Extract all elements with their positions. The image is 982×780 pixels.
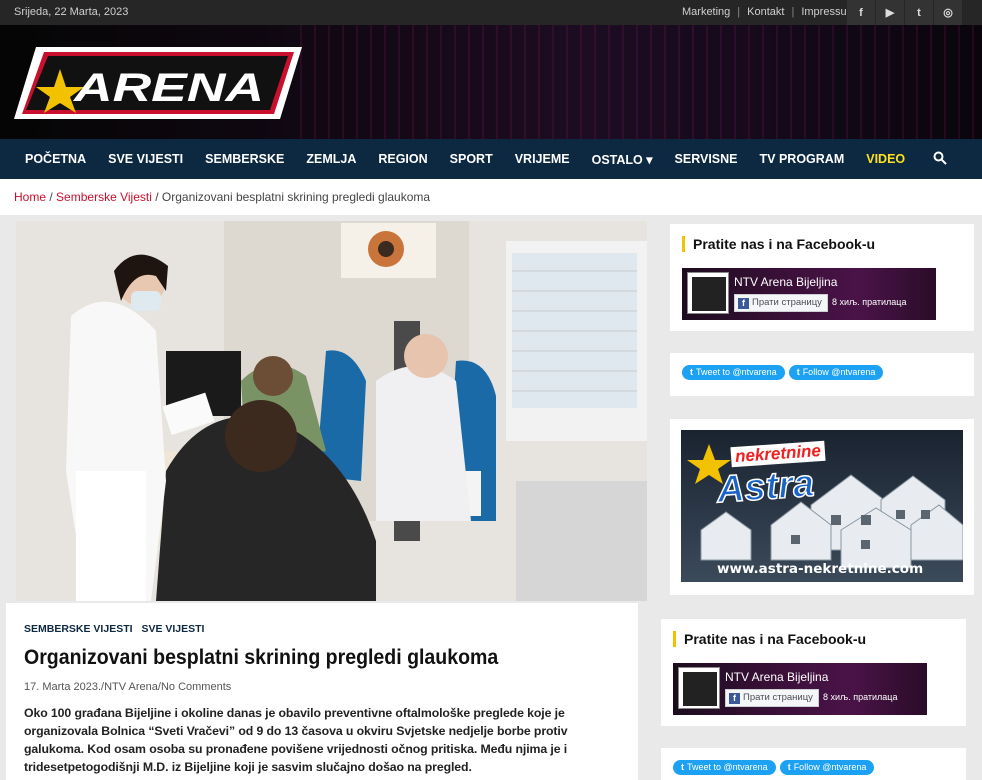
facebook-icon: f <box>738 298 749 309</box>
article-excerpt: Oko 100 građana Bijeljine i okoline dana… <box>24 706 568 774</box>
twitter-icon: t <box>787 762 791 772</box>
astra-nekretnine-ad[interactable]: nekretnine Astra www.astra-nekretnine.co… <box>681 430 963 582</box>
nav-vrijeme[interactable]: VRIJEME <box>515 152 570 166</box>
link-kontakt[interactable]: Kontakt <box>747 6 784 18</box>
separator: | <box>737 6 741 18</box>
youtube-icon[interactable]: ▶ <box>876 0 904 25</box>
search-icon[interactable] <box>933 151 947 165</box>
facebook-icon: f <box>729 693 740 704</box>
nav-video[interactable]: VIDEO <box>866 152 905 166</box>
fb-follow-button[interactable]: f Прати страницу <box>734 294 828 312</box>
breadcrumb-separator: / <box>49 190 53 204</box>
facebook-page-plugin[interactable]: NTV Arena Bijeljina f Прати страницу 8 хи… <box>673 663 927 715</box>
fb-follower-count: 8 хиљ. пратилаца <box>832 297 907 307</box>
breadcrumb-home[interactable]: Home <box>14 190 46 204</box>
tweet-button[interactable]: t Tweet to @ntvarena <box>673 760 776 775</box>
site-header: ARENA <box>0 25 982 139</box>
link-marketing[interactable]: Marketing <box>682 6 730 18</box>
header-background <box>300 25 982 139</box>
facebook-widget-title: Pratite nas i na Facebook-u <box>673 631 866 647</box>
tweet-button[interactable]: t Tweet to @ntvarena <box>682 365 785 380</box>
logo-text: ARENA <box>73 66 264 110</box>
nav-sve-vijesti[interactable]: SVE VIJESTI <box>108 152 183 166</box>
social-links: f ▶ t ◎ <box>846 0 962 25</box>
twitter-icon: t <box>681 762 684 772</box>
article-featured-image[interactable] <box>16 221 647 601</box>
category-sve-vijesti[interactable]: SVE VIJESTI <box>141 623 204 635</box>
nav-servisne[interactable]: SERVISNE <box>675 152 738 166</box>
instagram-icon[interactable]: ◎ <box>934 0 962 25</box>
twitter-icon[interactable]: t <box>905 0 933 25</box>
facebook-widget: Pratite nas i na Facebook-u NTV Arena Bi… <box>670 224 974 331</box>
nav-sport[interactable]: SPORT <box>450 152 493 166</box>
facebook-widget-title: Pratite nas i na Facebook-u <box>682 236 875 252</box>
nav-region[interactable]: REGION <box>378 152 427 166</box>
article-meta: 17. Marta 2023./NTV Arena/No Comments <box>24 681 232 693</box>
nav-ostalo[interactable]: OSTALO ▾ <box>592 152 653 167</box>
fb-page-name[interactable]: NTV Arena Bijeljina <box>734 275 837 289</box>
fb-follow-label: Прати страницу <box>743 692 813 703</box>
twitter-icon: t <box>796 367 800 377</box>
breadcrumb: Home / Semberske Vijesti / Organizovani … <box>0 179 982 215</box>
top-bar: Srijeda, 22 Marta, 2023 Marketing | Konta… <box>0 0 982 25</box>
ad-url[interactable]: www.astra-nekretnine.com <box>717 561 923 577</box>
breadcrumb-separator: / <box>155 190 159 204</box>
separator: | <box>791 6 795 18</box>
facebook-icon[interactable]: f <box>847 0 875 25</box>
ad-brand-astra: Astra <box>715 462 816 512</box>
nav-zemlja[interactable]: ZEMLJA <box>306 152 356 166</box>
main-nav: POČETNA SVE VIJESTI SEMBERSKE ZEMLJA REG… <box>0 139 982 179</box>
fb-follow-button[interactable]: f Прати страницу <box>725 689 819 707</box>
twitter-buttons: t Tweet to @ntvarena t Follow @ntvarena <box>682 365 884 380</box>
fb-page-name[interactable]: NTV Arena Bijeljina <box>725 670 828 684</box>
breadcrumb-section[interactable]: Semberske Vijesti <box>56 190 152 204</box>
follow-button[interactable]: t Follow @ntvarena <box>779 760 875 775</box>
page-avatar <box>687 272 729 314</box>
nav-semberske[interactable]: SEMBERSKE <box>205 152 284 166</box>
twitter-icon: t <box>690 367 693 377</box>
twitter-buttons: t Tweet to @ntvarena t Follow @ntvarena <box>673 760 875 775</box>
fb-follower-count: 8 хиљ. пратилаца <box>823 692 898 702</box>
article-card: SEMBERSKE VIJESTI SVE VIJESTI Organizova… <box>6 603 638 780</box>
twitter-widget: t Tweet to @ntvarena t Follow @ntvarena <box>670 353 974 396</box>
facebook-widget-2: Pratite nas i na Facebook-u NTV Arena Bi… <box>661 619 966 726</box>
nav-tv-program[interactable]: TV PROGRAM <box>760 152 845 166</box>
fb-follow-label: Прати страницу <box>752 297 822 308</box>
article-categories: SEMBERSKE VIJESTI SVE VIJESTI <box>24 623 620 635</box>
top-links: Marketing | Kontakt | Impressum <box>682 6 856 18</box>
breadcrumb-current: Organizovani besplatni skrining pregledi… <box>161 190 431 204</box>
page-avatar <box>678 667 720 709</box>
nav-pocetna[interactable]: POČETNA <box>25 152 86 166</box>
twitter-widget-2: t Tweet to @ntvarena t Follow @ntvarena <box>661 748 966 780</box>
arena-logo[interactable]: ARENA <box>14 47 302 119</box>
eye-exam-photo <box>16 221 647 601</box>
facebook-page-plugin[interactable]: NTV Arena Bijeljina f Прати страницу 8 хи… <box>682 268 936 320</box>
follow-button[interactable]: t Follow @ntvarena <box>788 365 884 380</box>
article-title[interactable]: Organizovani besplatni skrining pregledi… <box>24 645 578 671</box>
category-semberske-vijesti[interactable]: SEMBERSKE VIJESTI <box>24 623 133 635</box>
current-date: Srijeda, 22 Marta, 2023 <box>14 6 129 18</box>
